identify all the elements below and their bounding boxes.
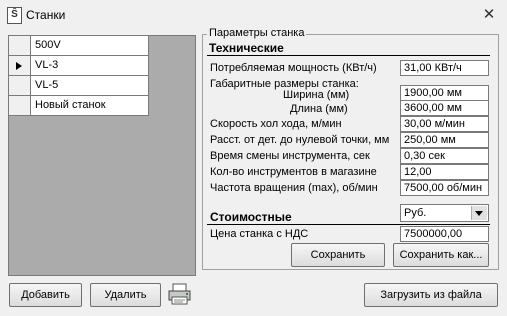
- row-indicator[interactable]: [9, 76, 31, 96]
- length-field[interactable]: 3600,00 мм: [400, 100, 489, 116]
- grid-row[interactable]: VL-3: [31, 56, 149, 76]
- app-icon: Ŝ: [7, 7, 22, 24]
- current-row-arrow-icon: [16, 62, 22, 70]
- currency-select[interactable]: Руб.: [400, 204, 489, 222]
- tool-change-label: Время смены инструмента, сек: [210, 150, 370, 162]
- printer-icon[interactable]: [167, 282, 193, 306]
- params-group-title: Параметры станка: [207, 27, 307, 39]
- cost-heading: Стоимостные: [210, 210, 292, 224]
- power-label: Потребляемая мощность (КВт/ч): [210, 62, 377, 74]
- save-button[interactable]: Сохранить: [291, 243, 385, 267]
- row-indicator[interactable]: [9, 96, 31, 116]
- grid-row[interactable]: 500V: [31, 36, 149, 56]
- zero-dist-label: Расст. от дет. до нулевой точки, мм: [210, 134, 390, 146]
- window-title: Станки: [26, 8, 66, 22]
- idle-speed-field[interactable]: 30,00 м/мин: [400, 116, 489, 132]
- grid-row[interactable]: VL-5: [31, 76, 149, 96]
- row-indicator[interactable]: [9, 56, 31, 76]
- price-field[interactable]: 7500000,00: [400, 226, 489, 242]
- currency-value: Руб.: [404, 207, 427, 219]
- tool-count-field[interactable]: 12,00: [400, 164, 489, 180]
- load-from-file-button[interactable]: Загрузить из файла: [364, 283, 498, 307]
- idle-speed-label: Скорость хол хода, м/мин: [210, 118, 342, 130]
- cost-divider: [207, 224, 490, 225]
- spindle-label: Частота вращения (max), об/мин: [210, 182, 378, 194]
- tool-count-label: Кол-во инструментов в магазине: [210, 166, 377, 178]
- width-field[interactable]: 1900,00 мм: [400, 85, 489, 101]
- machine-grid[interactable]: 500V VL-3 VL-5 Новый станок: [8, 35, 196, 276]
- row-indicator[interactable]: [9, 36, 31, 56]
- tool-change-field[interactable]: 0,30 сек: [400, 148, 489, 164]
- length-label: Длина (мм): [290, 103, 348, 115]
- width-label: Ширина (мм): [283, 89, 350, 101]
- delete-button[interactable]: Удалить: [90, 283, 161, 307]
- spindle-field[interactable]: 7500,00 об/мин: [400, 180, 489, 196]
- add-button[interactable]: Добавить: [9, 283, 82, 307]
- chevron-down-icon[interactable]: [471, 206, 487, 220]
- technical-heading: Технические: [209, 41, 284, 55]
- grid-row[interactable]: Новый станок: [31, 96, 149, 116]
- zero-dist-field[interactable]: 250,00 мм: [400, 132, 489, 148]
- close-button[interactable]: ✕: [478, 6, 500, 24]
- technical-divider: [207, 55, 490, 56]
- save-as-button[interactable]: Сохранить как...: [393, 243, 489, 267]
- price-label: Цена станка с НДС: [210, 228, 309, 240]
- power-field[interactable]: 31,00 КВт/ч: [400, 60, 489, 76]
